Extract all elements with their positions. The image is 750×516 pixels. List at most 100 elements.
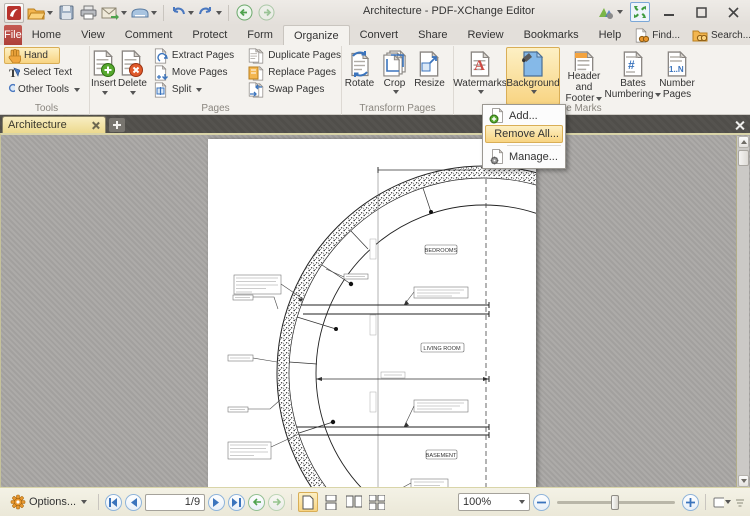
menu-item-add-label: Add... xyxy=(509,110,538,122)
replace-pages-button[interactable]: Replace Pages xyxy=(244,64,345,81)
fit-page-button[interactable] xyxy=(712,492,732,512)
watermarks-label: Watermarks xyxy=(453,78,507,89)
swap-pages-label: Swap Pages xyxy=(268,84,324,95)
app-logo-icon[interactable] xyxy=(4,3,24,23)
two-pages-layout-button[interactable] xyxy=(344,492,364,512)
two-pages-continuous-layout-button[interactable] xyxy=(367,492,387,512)
move-pages-button[interactable]: Move Pages xyxy=(150,64,238,81)
header-footer-button[interactable]: Header and Footer xyxy=(560,47,608,105)
search-button[interactable]: Search... xyxy=(688,26,750,44)
search-icon xyxy=(692,28,708,42)
status-bar: Options... 1/9 100% xyxy=(0,487,750,516)
new-tab-button[interactable] xyxy=(109,118,125,132)
scroll-down-button[interactable] xyxy=(738,475,749,487)
print-button[interactable] xyxy=(78,3,98,23)
extract-pages-button[interactable]: Extract Pages xyxy=(150,47,238,64)
find-button[interactable]: Find... xyxy=(631,26,684,44)
document-page[interactable]: BEDROOMS LIVING ROOM BASEMENT xyxy=(208,139,536,489)
tab-convert[interactable]: Convert xyxy=(350,25,409,45)
split-button[interactable]: Split xyxy=(150,81,238,98)
save-button[interactable] xyxy=(56,3,76,23)
scroll-up-icon xyxy=(741,140,747,144)
tab-form[interactable]: Form xyxy=(237,25,283,45)
bates-numbering-button[interactable]: # Bates Numbering xyxy=(608,47,658,105)
last-page-button[interactable] xyxy=(228,494,245,511)
resize-button[interactable]: Resize xyxy=(412,47,447,103)
zoom-slider[interactable] xyxy=(557,501,675,504)
vertical-scrollbar[interactable] xyxy=(736,136,749,487)
hand-tool-button[interactable]: Hand xyxy=(4,47,60,64)
next-page-button[interactable] xyxy=(208,494,225,511)
menu-item-remove-all-label: Remove All... xyxy=(494,128,559,140)
scrollbar-thumb[interactable] xyxy=(738,150,749,166)
select-text-button[interactable]: T Select Text xyxy=(4,64,76,81)
tab-review[interactable]: Review xyxy=(457,25,513,45)
fullscreen-button[interactable] xyxy=(630,2,650,22)
zoom-out-button[interactable] xyxy=(533,494,550,511)
options-button[interactable]: Options... xyxy=(5,492,92,512)
menu-item-manage-label: Manage... xyxy=(509,151,558,163)
first-page-button[interactable] xyxy=(105,494,122,511)
zoom-in-button[interactable] xyxy=(682,494,699,511)
group-transform-pages: Rotate Crop Resize Transform Pages xyxy=(342,46,454,115)
document-tab-close-icon[interactable] xyxy=(92,121,100,129)
tab-home[interactable]: Home xyxy=(22,25,71,45)
tab-protect[interactable]: Protect xyxy=(182,25,237,45)
number-pages-button[interactable]: 1..N Number Pages xyxy=(658,47,696,105)
duplicate-pages-button[interactable]: Duplicate Pages xyxy=(244,47,345,64)
document-workspace: BEDROOMS LIVING ROOM BASEMENT xyxy=(0,133,750,487)
tab-organize[interactable]: Organize xyxy=(283,25,350,45)
close-button[interactable] xyxy=(720,3,746,22)
delete-pages-button[interactable]: Delete xyxy=(117,47,148,103)
open-button[interactable] xyxy=(26,3,54,23)
maximize-button[interactable] xyxy=(688,3,714,22)
tab-view[interactable]: View xyxy=(71,25,115,45)
tab-comment[interactable]: Comment xyxy=(115,25,183,45)
zoom-slider-thumb[interactable] xyxy=(611,495,619,510)
add-background-icon xyxy=(489,108,504,124)
scroll-up-button[interactable] xyxy=(738,136,749,148)
scan-button[interactable] xyxy=(130,3,158,23)
tab-file[interactable]: File xyxy=(4,25,22,45)
menu-item-add[interactable]: Add... xyxy=(485,107,563,125)
other-tools-button[interactable]: Other Tools xyxy=(4,81,84,98)
crop-button[interactable]: Crop xyxy=(377,47,412,103)
single-page-layout-button[interactable] xyxy=(298,492,318,512)
minimize-button[interactable] xyxy=(656,3,682,22)
move-pages-label: Move Pages xyxy=(172,67,228,78)
menu-item-remove-all[interactable]: Remove All... xyxy=(485,125,563,143)
open-caret-icon xyxy=(47,11,53,15)
background-button[interactable]: Background xyxy=(506,47,560,105)
forward-button[interactable] xyxy=(256,3,276,23)
split-label: Split xyxy=(172,84,191,95)
title-bar: Architecture - PDF-XChange Editor xyxy=(0,0,750,25)
menu-item-manage[interactable]: Manage... xyxy=(485,148,563,166)
back-button[interactable] xyxy=(234,3,254,23)
undo-button[interactable] xyxy=(169,3,195,23)
statusbar-expander-icon[interactable] xyxy=(735,498,745,507)
zoom-level-value: 100% xyxy=(463,496,491,508)
bates-numbering-icon: # xyxy=(621,50,645,78)
continuous-layout-button[interactable] xyxy=(321,492,341,512)
swap-pages-button[interactable]: Swap Pages xyxy=(244,81,345,98)
crop-icon xyxy=(382,50,408,78)
page-number-field[interactable]: 1/9 xyxy=(145,494,205,511)
statusbar-separator xyxy=(291,494,292,510)
tab-help[interactable]: Help xyxy=(589,25,632,45)
quick-access-toolbar xyxy=(4,3,276,23)
rotate-button[interactable]: Rotate xyxy=(342,47,377,103)
insert-pages-button[interactable]: Insert xyxy=(90,47,117,103)
ui-options-button[interactable] xyxy=(596,2,624,22)
previous-view-button[interactable] xyxy=(248,494,265,511)
previous-page-button[interactable] xyxy=(125,494,142,511)
email-button[interactable] xyxy=(100,3,128,23)
watermarks-button[interactable]: A Watermarks xyxy=(454,47,506,105)
tab-share[interactable]: Share xyxy=(408,25,457,45)
document-tab-architecture[interactable]: Architecture xyxy=(2,116,106,133)
zoom-level-combo[interactable]: 100% xyxy=(458,493,530,511)
tab-bar-close-button[interactable] xyxy=(735,120,745,130)
next-view-button[interactable] xyxy=(268,494,285,511)
redo-button[interactable] xyxy=(197,3,223,23)
svg-text:T: T xyxy=(9,66,17,79)
tab-bookmarks[interactable]: Bookmarks xyxy=(514,25,589,45)
